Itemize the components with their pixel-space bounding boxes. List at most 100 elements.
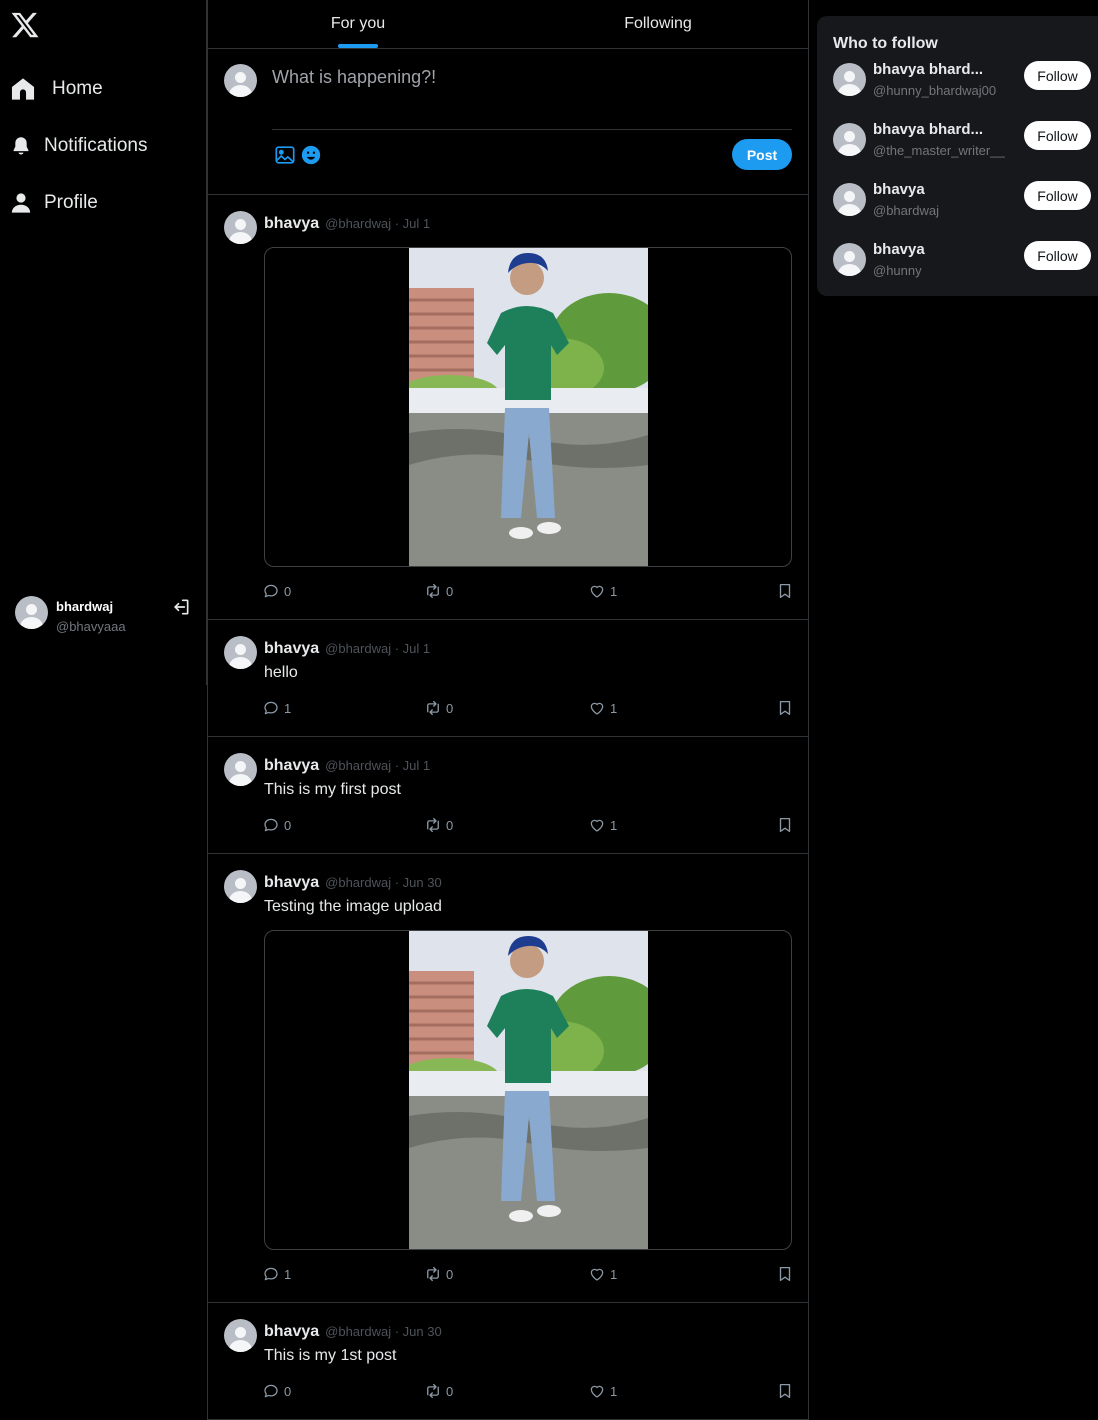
like-count: 1 bbox=[610, 583, 618, 599]
retweet-icon bbox=[427, 583, 439, 599]
retweet-icon bbox=[427, 700, 439, 716]
reply-count: 0 bbox=[284, 817, 292, 833]
post-button[interactable]: Post bbox=[732, 139, 792, 170]
who-to-follow-title: Who to follow bbox=[833, 35, 938, 52]
avatar bbox=[833, 183, 866, 216]
post-actions: 1 0 1 bbox=[262, 1265, 796, 1285]
reply-count: 1 bbox=[284, 700, 292, 716]
avatar bbox=[224, 211, 257, 244]
reply-count: 1 bbox=[284, 1266, 292, 1282]
post-meta: @bhardwaj · Jul 1 bbox=[325, 758, 431, 773]
tab-following[interactable]: Following bbox=[508, 0, 808, 48]
post-card[interactable]: bhavya @bhardwaj · Jun 30 This is my 1st … bbox=[208, 1303, 808, 1420]
like-button[interactable]: 1 bbox=[588, 582, 617, 600]
like-button[interactable]: 1 bbox=[588, 1265, 617, 1283]
heart-icon bbox=[590, 585, 604, 598]
bookmark-button[interactable] bbox=[776, 1382, 794, 1400]
who-to-follow-panel: Who to follow bhavya bhard... @hunny_bha… bbox=[817, 16, 1098, 296]
composer-divider bbox=[272, 129, 792, 130]
reply-button[interactable]: 0 bbox=[262, 1382, 291, 1400]
reply-count: 0 bbox=[284, 583, 292, 599]
bookmark-icon bbox=[779, 700, 791, 716]
reply-icon bbox=[264, 1267, 278, 1281]
retweet-count: 0 bbox=[446, 817, 454, 833]
suggestion-name: bhavya bbox=[873, 181, 925, 198]
post-header: bhavya @bhardwaj · Jul 1 bbox=[264, 757, 430, 775]
follow-suggestion[interactable]: bhavya bhard... @hunny_bhardwaj00 Follow bbox=[833, 61, 1098, 111]
suggestion-name: bhavya bbox=[873, 241, 925, 258]
retweet-button[interactable]: 0 bbox=[424, 582, 453, 600]
reply-count: 0 bbox=[284, 1383, 292, 1399]
post-card[interactable]: bhavya @bhardwaj · Jun 30 Testing the ima… bbox=[208, 854, 808, 1303]
image-upload-icon[interactable] bbox=[274, 144, 296, 166]
retweet-count: 0 bbox=[446, 700, 454, 716]
tab-for-you-label: For you bbox=[330, 15, 386, 32]
nav-home-label: Home bbox=[52, 78, 103, 99]
retweet-button[interactable]: 0 bbox=[424, 816, 453, 834]
follow-button[interactable]: Follow bbox=[1024, 121, 1091, 150]
bookmark-icon bbox=[779, 817, 791, 833]
follow-suggestion[interactable]: bhavya bhard... @the_master_writer__ Fol… bbox=[833, 121, 1098, 171]
reply-button[interactable]: 0 bbox=[262, 816, 291, 834]
bookmark-button[interactable] bbox=[776, 699, 794, 717]
nav-profile[interactable]: Profile bbox=[10, 188, 98, 218]
post-text: Testing the image upload bbox=[264, 898, 442, 915]
retweet-icon bbox=[427, 1266, 439, 1282]
heart-icon bbox=[590, 702, 604, 715]
post-image[interactable] bbox=[264, 247, 792, 567]
bookmark-button[interactable] bbox=[776, 582, 794, 600]
avatar bbox=[15, 596, 48, 629]
post-image[interactable] bbox=[264, 930, 792, 1250]
like-button[interactable]: 1 bbox=[588, 816, 617, 834]
nav-notifications-label: Notifications bbox=[44, 135, 148, 156]
avatar bbox=[224, 64, 257, 97]
feed-tabs: For you Following bbox=[208, 0, 808, 49]
tab-for-you[interactable]: For you bbox=[208, 0, 508, 48]
follow-suggestion[interactable]: bhavya @hunny Follow bbox=[833, 241, 1098, 291]
post-card[interactable]: bhavya @bhardwaj · Jul 1 hello 1 0 1 bbox=[208, 620, 808, 737]
compose-input[interactable] bbox=[272, 67, 792, 129]
post-photo bbox=[399, 248, 669, 566]
current-user-handle: @bhavyaaa bbox=[56, 619, 126, 634]
follow-button[interactable]: Follow bbox=[1024, 241, 1091, 270]
post-header: bhavya @bhardwaj · Jun 30 bbox=[264, 1323, 442, 1341]
current-user-card[interactable]: bhardwaj @bhavyaaa bbox=[15, 596, 195, 634]
reply-button[interactable]: 1 bbox=[262, 699, 291, 717]
follow-suggestion[interactable]: bhavya @bhardwaj Follow bbox=[833, 181, 1098, 231]
reply-button[interactable]: 1 bbox=[262, 1265, 291, 1283]
post-card[interactable]: bhavya @bhardwaj · Jul 1 0 0 1 bbox=[208, 195, 808, 620]
like-count: 1 bbox=[610, 817, 618, 833]
nav-home[interactable]: Home bbox=[10, 74, 103, 104]
retweet-button[interactable]: 0 bbox=[424, 1382, 453, 1400]
suggestion-handle: @the_master_writer__ bbox=[873, 143, 1005, 158]
post-text: This is my first post bbox=[264, 781, 401, 798]
emoji-icon[interactable] bbox=[300, 144, 322, 166]
retweet-button[interactable]: 0 bbox=[424, 699, 453, 717]
like-button[interactable]: 1 bbox=[588, 1382, 617, 1400]
follow-button[interactable]: Follow bbox=[1024, 181, 1091, 210]
avatar bbox=[224, 870, 257, 903]
follow-button[interactable]: Follow bbox=[1024, 61, 1091, 90]
heart-icon bbox=[590, 1385, 604, 1398]
bookmark-button[interactable] bbox=[776, 816, 794, 834]
avatar bbox=[224, 1319, 257, 1352]
current-user-name: bhardwaj bbox=[56, 599, 114, 614]
bell-icon bbox=[13, 137, 29, 155]
post-meta: @bhardwaj · Jun 30 bbox=[325, 1324, 442, 1339]
x-logo-icon[interactable] bbox=[10, 10, 40, 40]
tab-following-label: Following bbox=[624, 15, 692, 32]
nav-notifications[interactable]: Notifications bbox=[10, 131, 148, 161]
post-photo bbox=[399, 931, 669, 1249]
post-card[interactable]: bhavya @bhardwaj · Jul 1 This is my first… bbox=[208, 737, 808, 854]
reply-icon bbox=[264, 701, 278, 715]
active-tab-indicator bbox=[338, 44, 378, 48]
retweet-button[interactable]: 0 bbox=[424, 1265, 453, 1283]
post-author-name: bhavya bbox=[264, 874, 320, 891]
main-feed: For you Following Post bbox=[207, 0, 809, 1420]
post-author-name: bhavya bbox=[264, 1323, 320, 1340]
logout-icon[interactable] bbox=[171, 597, 191, 617]
like-button[interactable]: 1 bbox=[588, 699, 617, 717]
bookmark-button[interactable] bbox=[776, 1265, 794, 1283]
reply-button[interactable]: 0 bbox=[262, 582, 291, 600]
suggestion-name: bhavya bhard... bbox=[873, 61, 984, 78]
